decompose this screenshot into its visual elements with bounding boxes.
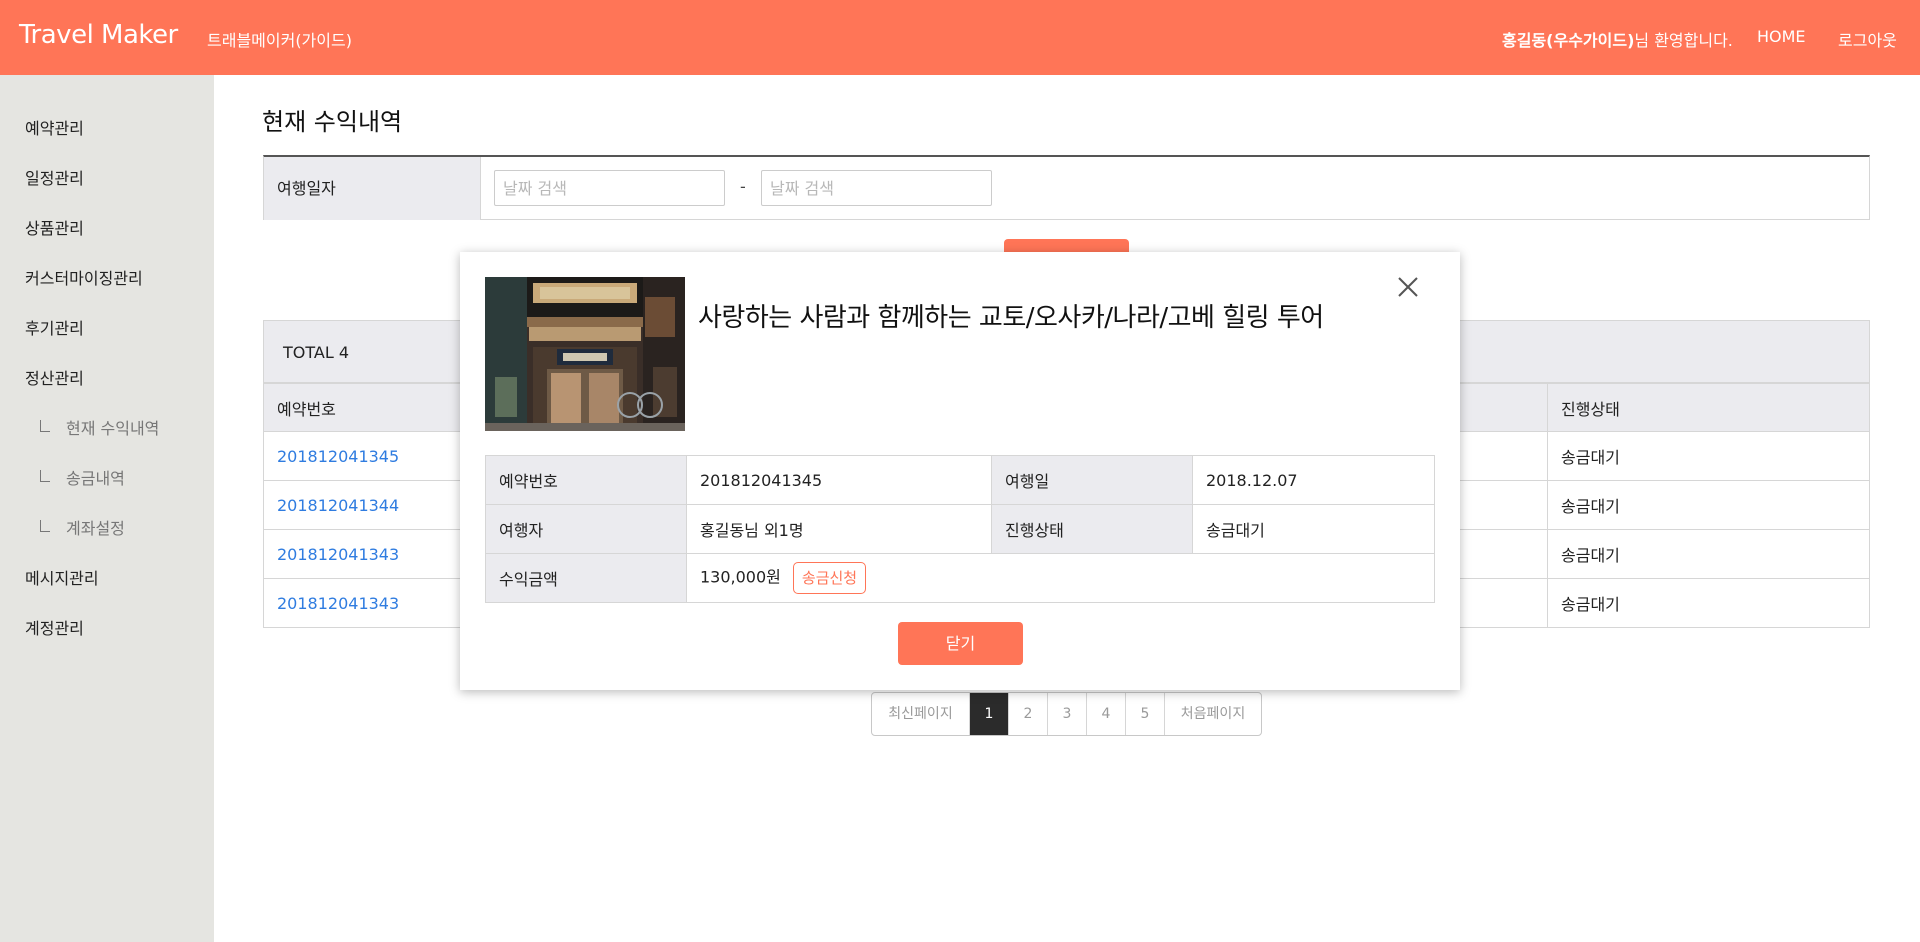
sidebar: 예약관리 일정관리 상품관리 커스터마이징관리 후기관리 정산관리 현재 수익내… (0, 75, 214, 942)
sidebar-sub-label: 송금내역 (66, 469, 125, 488)
page-4[interactable]: 4 (1086, 693, 1125, 735)
sidebar-item-messages[interactable]: 메시지관리 (25, 565, 99, 589)
start-date-input[interactable] (494, 170, 725, 206)
status-value: 송금대기 (1192, 504, 1435, 554)
sidebar-sub-label: 현재 수익내역 (66, 419, 160, 438)
sidebar-sub-account-settings[interactable]: 계좌설정 (40, 515, 125, 539)
status-cell: 송금대기 (1547, 431, 1870, 481)
pagination-first[interactable]: 처음페이지 (1164, 693, 1261, 735)
status-label: 진행상태 (991, 504, 1193, 554)
page-2[interactable]: 2 (1008, 693, 1047, 735)
top-header: Travel Maker 트래블메이커(가이드) 홍길동(우수가이드)님 환영합… (0, 0, 1920, 75)
page-3[interactable]: 3 (1047, 693, 1086, 735)
date-separator: - (740, 177, 746, 196)
info-row: 예약번호 201812041345 여행일 2018.12.07 (485, 455, 1435, 505)
sidebar-sub-transfer-history[interactable]: 송금내역 (40, 465, 125, 489)
logout-link[interactable]: 로그아웃 (1838, 27, 1897, 51)
travel-date-label: 여행일 (991, 455, 1193, 505)
travel-date-value: 2018.12.07 (1192, 455, 1435, 505)
reservation-detail-modal: 사랑하는 사람과 함께하는 교토/오사카/나라/고베 힐링 투어 예약번호 20… (460, 252, 1460, 690)
traveler-value: 홍길동님 외1명 (686, 504, 992, 554)
tree-branch-icon (40, 470, 50, 482)
reservation-no-value: 201812041345 (686, 455, 992, 505)
status-cell: 송금대기 (1547, 529, 1870, 579)
page-1[interactable]: 1 (969, 693, 1008, 735)
amount-label: 수익금액 (485, 553, 687, 603)
status-cell: 송금대기 (1547, 480, 1870, 530)
end-date-input[interactable] (761, 170, 992, 206)
info-row: 수익금액 130,000원 송금신청 (485, 553, 1435, 603)
transfer-request-button[interactable]: 송금신청 (792, 562, 867, 594)
sidebar-sub-label: 계좌설정 (66, 519, 125, 538)
home-link[interactable]: HOME (1757, 27, 1806, 46)
pagination: 최신페이지 1 2 3 4 5 처음페이지 (871, 692, 1262, 736)
sidebar-item-reviews[interactable]: 후기관리 (25, 315, 84, 339)
sidebar-item-customizing[interactable]: 커스터마이징관리 (25, 265, 143, 289)
amount-value: 130,000원 (700, 567, 781, 587)
sidebar-item-reservation[interactable]: 예약관리 (25, 115, 84, 139)
sidebar-sub-current-income[interactable]: 현재 수익내역 (40, 415, 159, 439)
travel-date-label: 여행일자 (264, 157, 481, 220)
status-cell: 송금대기 (1547, 578, 1870, 628)
tree-branch-icon (40, 420, 50, 432)
search-panel: 여행일자 - (263, 155, 1870, 220)
user-name: 홍길동(우수가이드) (1502, 31, 1635, 50)
tour-thumbnail (485, 277, 685, 431)
tree-branch-icon (40, 520, 50, 532)
page-title: 현재 수익내역 (262, 108, 403, 136)
reservation-info-table: 예약번호 201812041345 여행일 2018.12.07 여행자 홍길동… (485, 455, 1435, 603)
close-icon[interactable] (1393, 272, 1423, 302)
close-button[interactable]: 닫기 (898, 622, 1023, 665)
tour-title: 사랑하는 사람과 함께하는 교토/오사카/나라/고베 힐링 투어 (698, 303, 1324, 333)
page-5[interactable]: 5 (1125, 693, 1164, 735)
header-subtitle: 트래블메이커(가이드) (207, 31, 352, 50)
column-header-status: 진행상태 (1547, 383, 1870, 432)
brand-logo[interactable]: Travel Maker (19, 20, 178, 50)
pagination-latest[interactable]: 최신페이지 (872, 693, 969, 735)
amount-cell: 130,000원 송금신청 (686, 553, 1435, 603)
sidebar-item-products[interactable]: 상품관리 (25, 215, 84, 239)
reservation-no-label: 예약번호 (485, 455, 687, 505)
sidebar-item-account[interactable]: 계정관리 (25, 615, 84, 639)
info-row: 여행자 홍길동님 외1명 진행상태 송금대기 (485, 504, 1435, 554)
sidebar-item-schedule[interactable]: 일정관리 (25, 165, 84, 189)
traveler-label: 여행자 (485, 504, 687, 554)
sidebar-item-settlement[interactable]: 정산관리 (25, 365, 84, 389)
welcome-message: 홍길동(우수가이드)님 환영합니다. (1502, 27, 1733, 51)
welcome-suffix: 님 환영합니다. (1634, 31, 1733, 50)
